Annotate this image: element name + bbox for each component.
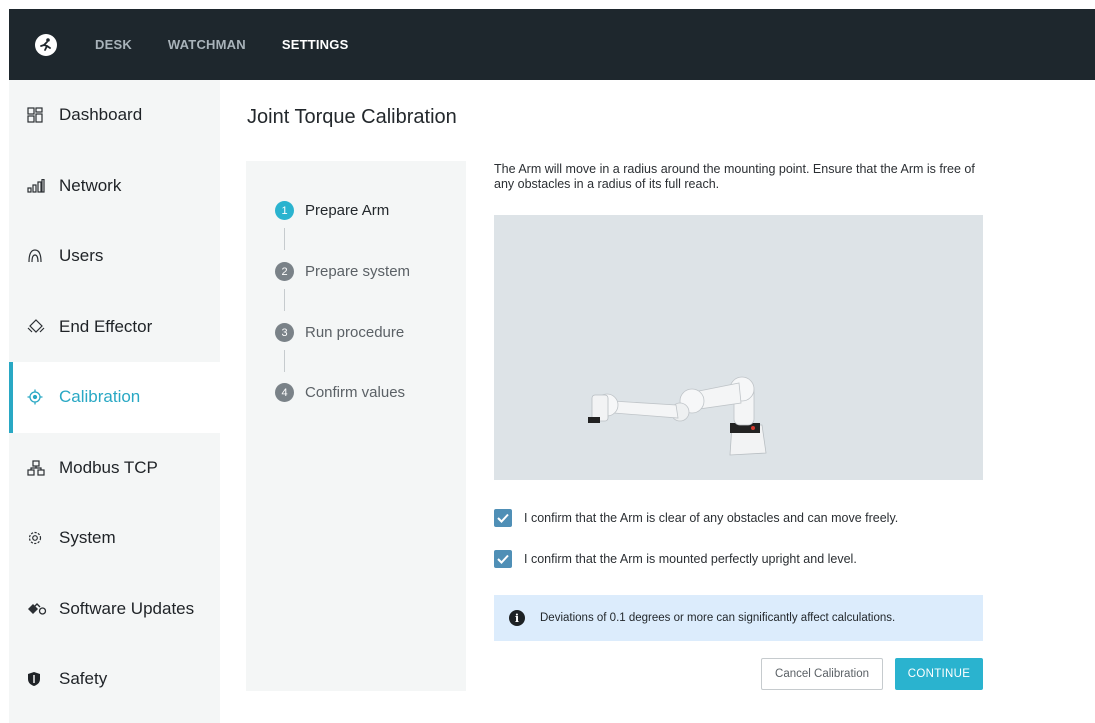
confirmation-row-clear: I confirm that the Arm is clear of any o… <box>494 509 898 527</box>
shield-icon <box>27 670 49 688</box>
dashboard-grid-icon <box>27 106 49 124</box>
sidebar-item-label: Safety <box>59 669 108 689</box>
gear-icon <box>27 529 49 547</box>
update-icon <box>27 600 49 618</box>
hierarchy-icon <box>27 459 49 477</box>
sidebar-item-software-updates[interactable]: Software Updates <box>9 574 220 645</box>
info-banner: i Deviations of 0.1 degrees or more can … <box>494 595 983 641</box>
continue-button[interactable]: CONTINUE <box>895 658 983 690</box>
confirm-level-label: I confirm that the Arm is mounted perfec… <box>524 552 857 566</box>
step-label: Run procedure <box>305 324 405 341</box>
step-connector <box>284 289 285 311</box>
sidebar-item-safety[interactable]: Safety <box>9 644 220 715</box>
sidebar-item-users[interactable]: Users <box>9 221 220 292</box>
step-connector <box>284 228 285 250</box>
step-number: 4 <box>275 383 294 402</box>
confirm-clear-checkbox[interactable] <box>494 509 512 527</box>
sidebar-item-label: Network <box>59 175 122 195</box>
sidebar-item-system[interactable]: System <box>9 503 220 574</box>
step-prepare-arm: 1 Prepare Arm <box>275 201 389 220</box>
step-run-procedure: 3 Run procedure <box>275 323 404 342</box>
gripper-icon <box>27 318 49 336</box>
top-navigation-bar: DESK WATCHMAN SETTINGS <box>9 9 1095 80</box>
sidebar-item-label: Software Updates <box>59 598 195 618</box>
step-number: 3 <box>275 323 294 342</box>
user-icon <box>27 247 49 265</box>
target-icon <box>27 388 49 406</box>
sidebar-item-label: Dashboard <box>59 105 143 125</box>
nav-desk[interactable]: DESK <box>95 37 132 52</box>
sidebar-item-label: Calibration <box>59 387 141 407</box>
step-confirm-values: 4 Confirm values <box>275 383 405 402</box>
sidebar-item-network[interactable]: Network <box>9 151 220 222</box>
step-number: 2 <box>275 262 294 281</box>
sidebar-item-modbus-tcp[interactable]: Modbus TCP <box>9 433 220 504</box>
sidebar-item-calibration[interactable]: Calibration <box>9 362 220 433</box>
confirm-level-checkbox[interactable] <box>494 550 512 568</box>
calibration-steps-panel: 1 Prepare Arm 2 Prepare system 3 Run pro… <box>246 161 466 691</box>
sidebar-item-dashboard[interactable]: Dashboard <box>9 80 220 151</box>
step-label: Prepare Arm <box>305 202 390 219</box>
cancel-calibration-button[interactable]: Cancel Calibration <box>761 658 883 690</box>
page-title: Joint Torque Calibration <box>247 106 457 128</box>
sidebar-item-label: End Effector <box>59 316 153 336</box>
sidebar-item-label: Users <box>59 246 104 266</box>
info-text: Deviations of 0.1 degrees or more can si… <box>540 612 896 624</box>
sidebar-item-end-effector[interactable]: End Effector <box>9 292 220 363</box>
step-connector <box>284 350 285 372</box>
step-prepare-system: 2 Prepare system <box>275 262 410 281</box>
sidebar-item-label: System <box>59 528 116 548</box>
sidebar-item-label: Modbus TCP <box>59 457 158 477</box>
confirmation-row-level: I confirm that the Arm is mounted perfec… <box>494 550 857 568</box>
robot-arm-illustration <box>494 215 983 480</box>
nav-settings[interactable]: SETTINGS <box>282 37 349 52</box>
logo-icon[interactable] <box>35 33 57 56</box>
info-icon: i <box>509 610 525 626</box>
sidebar: Dashboard Network Users End Effector Cal… <box>9 80 220 723</box>
confirm-clear-label: I confirm that the Arm is clear of any o… <box>524 511 899 525</box>
network-bars-icon <box>27 177 49 195</box>
step-number: 1 <box>275 201 294 220</box>
step-description: The Arm will move in a radius around the… <box>494 162 975 191</box>
step-label: Prepare system <box>305 263 411 280</box>
step-label: Confirm values <box>305 384 406 401</box>
nav-watchman[interactable]: WATCHMAN <box>168 37 246 52</box>
